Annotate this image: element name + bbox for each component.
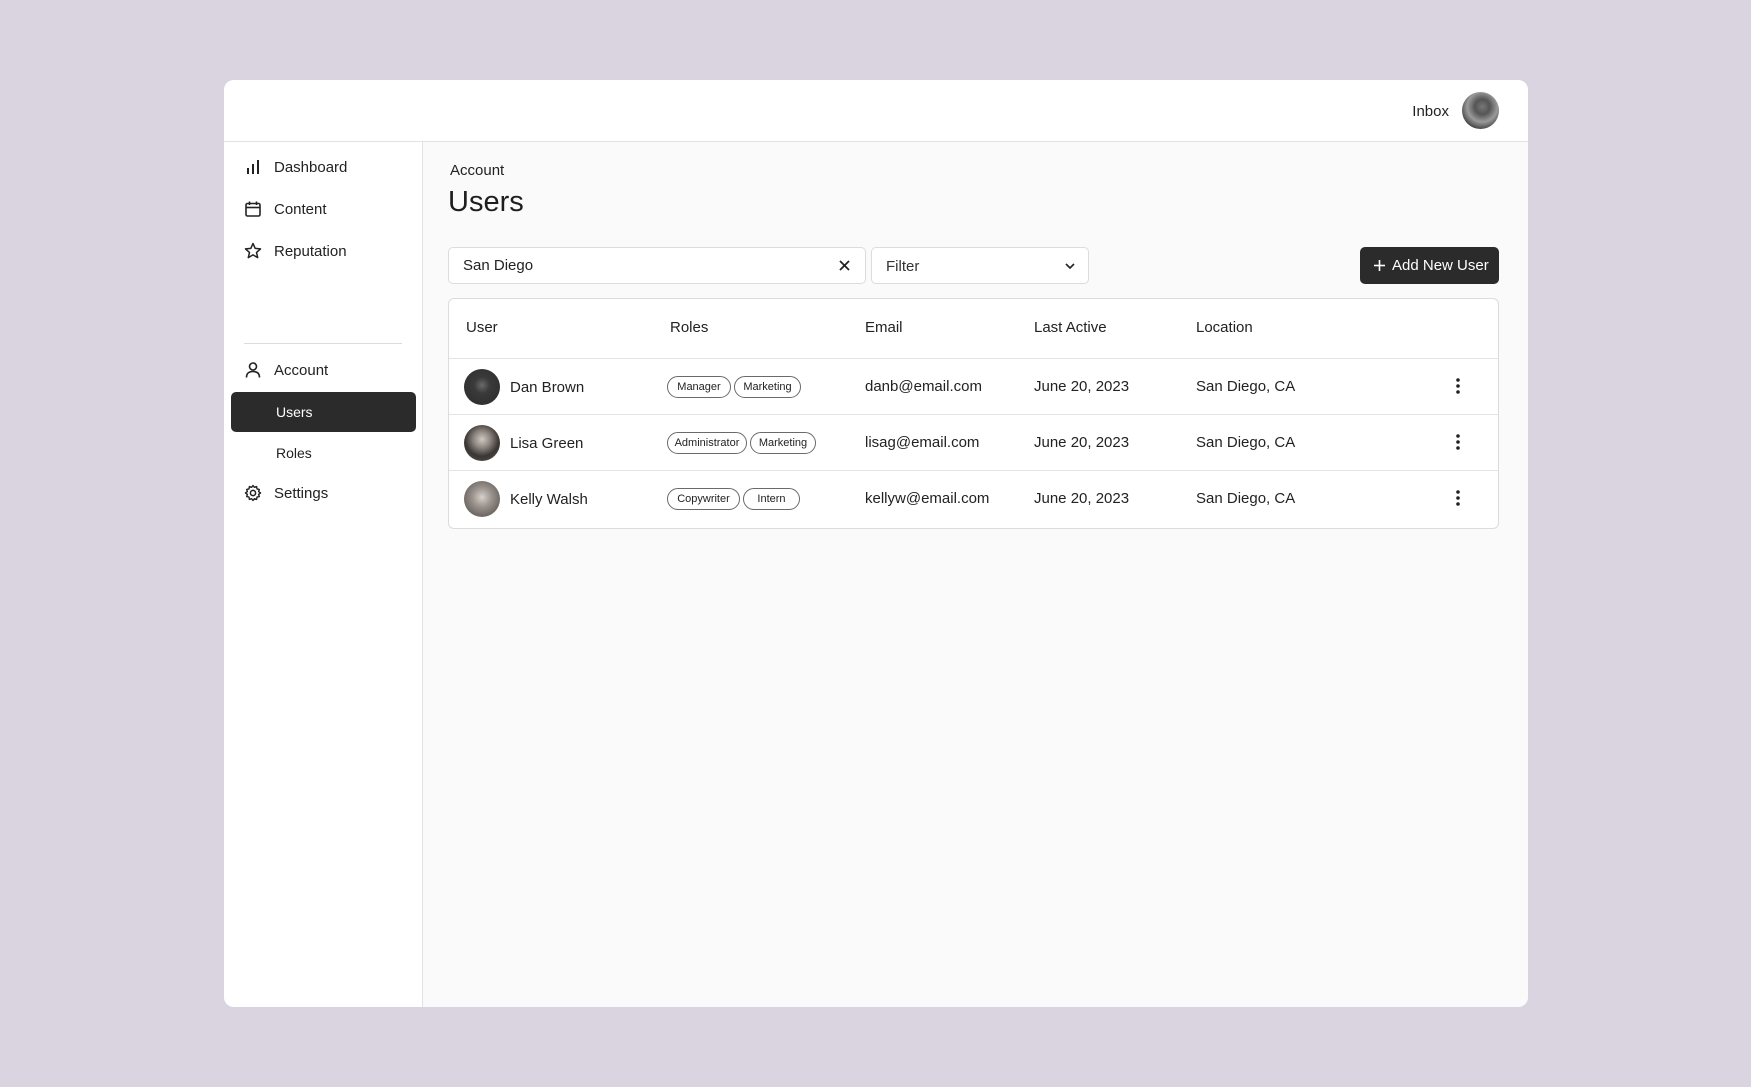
chevron-down-icon (1065, 263, 1075, 270)
search-field[interactable] (448, 247, 866, 284)
user-name: Lisa Green (510, 435, 584, 452)
user-location: San Diego, CA (1196, 490, 1296, 507)
user-email: lisag@email.com (865, 434, 980, 451)
inbox-link[interactable]: Inbox (1412, 103, 1449, 120)
search-input[interactable] (463, 248, 823, 283)
sidebar-item-label: Account (274, 362, 329, 379)
more-options-icon[interactable] (1450, 488, 1466, 508)
sidebar-divider (244, 343, 402, 344)
sidebar-item-label: Reputation (274, 243, 347, 260)
role-tag: Administrator (667, 432, 747, 454)
sidebar: Dashboard Content Reputation Account Use… (224, 142, 423, 1007)
column-header-roles[interactable]: Roles (670, 319, 708, 336)
sidebar-item-label: Content (274, 201, 327, 218)
sidebar-item-dashboard[interactable]: Dashboard (224, 149, 423, 185)
user-avatar[interactable] (1462, 92, 1499, 129)
user-name: Dan Brown (510, 379, 585, 396)
role-tag: Marketing (750, 432, 816, 454)
column-header-last-active[interactable]: Last Active (1034, 319, 1107, 336)
last-active: June 20, 2023 (1034, 434, 1130, 451)
last-active: June 20, 2023 (1034, 490, 1130, 507)
sidebar-item-account[interactable]: Account (224, 352, 423, 388)
role-tag: Intern (743, 488, 800, 510)
more-options-icon[interactable] (1450, 376, 1466, 396)
main-content: Account Users Filter Add New User User R… (423, 142, 1528, 1007)
sidebar-item-settings[interactable]: Settings (224, 475, 423, 511)
filter-dropdown[interactable]: Filter (871, 247, 1089, 284)
app-window: Inbox Dashboard Content Reputation Accou… (224, 80, 1528, 1007)
table-header: User Roles Email Last Active Location (449, 299, 1498, 359)
avatar (464, 481, 500, 517)
sidebar-item-roles[interactable]: Roles (231, 433, 416, 473)
role-tag: Manager (667, 376, 731, 398)
user-location: San Diego, CA (1196, 378, 1296, 395)
person-icon (244, 361, 262, 379)
last-active: June 20, 2023 (1034, 378, 1130, 395)
sidebar-item-users[interactable]: Users (231, 392, 416, 432)
table-row[interactable]: Kelly Walsh Copywriter Intern kellyw@ema… (449, 471, 1498, 527)
avatar (464, 425, 500, 461)
avatar (464, 369, 500, 405)
column-header-user[interactable]: User (466, 319, 498, 336)
user-location: San Diego, CA (1196, 434, 1296, 451)
add-new-user-button[interactable]: Add New User (1360, 247, 1499, 284)
star-icon (244, 242, 262, 260)
sidebar-item-content[interactable]: Content (224, 191, 423, 227)
gear-icon (244, 484, 262, 502)
users-table: User Roles Email Last Active Location Da… (448, 298, 1499, 529)
more-options-icon[interactable] (1450, 432, 1466, 452)
column-header-location[interactable]: Location (1196, 319, 1253, 336)
column-header-email[interactable]: Email (865, 319, 903, 336)
sidebar-item-label: Users (276, 404, 313, 420)
breadcrumb[interactable]: Account (450, 162, 504, 179)
calendar-icon (244, 200, 262, 218)
add-new-user-label: Add New User (1392, 257, 1489, 274)
filter-label: Filter (886, 258, 920, 275)
user-name: Kelly Walsh (510, 491, 588, 508)
role-tag: Copywriter (667, 488, 740, 510)
page-title: Users (448, 186, 524, 218)
bar-chart-icon (244, 158, 262, 176)
table-row[interactable]: Dan Brown Manager Marketing danb@email.c… (449, 359, 1498, 415)
plus-icon (1374, 260, 1385, 271)
sidebar-item-label: Settings (274, 485, 329, 502)
role-tag: Marketing (734, 376, 801, 398)
top-bar: Inbox (224, 80, 1528, 142)
sidebar-item-reputation[interactable]: Reputation (224, 233, 423, 269)
user-email: danb@email.com (865, 378, 982, 395)
sidebar-item-label: Roles (276, 445, 312, 461)
user-email: kellyw@email.com (865, 490, 990, 507)
close-icon[interactable] (838, 259, 851, 272)
table-row[interactable]: Lisa Green Administrator Marketing lisag… (449, 415, 1498, 471)
sidebar-item-label: Dashboard (274, 159, 348, 176)
